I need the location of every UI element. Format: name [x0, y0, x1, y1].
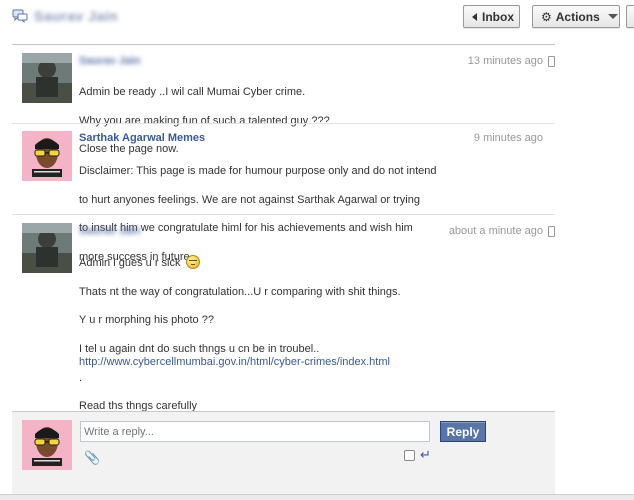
more-button[interactable]: [626, 5, 634, 28]
inbox-button[interactable]: Inbox: [463, 5, 520, 28]
avatar[interactable]: [22, 131, 72, 181]
chat-bubbles-icon: [12, 9, 28, 23]
avatar[interactable]: [22, 420, 72, 470]
press-enter-checkbox[interactable]: [404, 450, 415, 461]
reply-input[interactable]: [80, 421, 430, 442]
message-body: Admin i gues u r sick Thats nt the way o…: [79, 241, 401, 428]
gear-icon: ⚙: [541, 9, 552, 24]
avatar[interactable]: [22, 53, 72, 103]
cyber-crime-link[interactable]: http://www.cybercellmumbai.gov.in/html/c…: [79, 355, 390, 369]
inbox-button-label: Inbox: [482, 9, 514, 24]
actions-button-label: Actions: [555, 9, 600, 24]
message-line: .: [79, 371, 83, 384]
message-item: Sarthak Agarwal Memes 9 minutes ago Disc…: [12, 124, 555, 263]
actions-button[interactable]: ⚙ Actions: [532, 5, 620, 28]
message-line: Admin i gues u r sick: [79, 257, 181, 270]
message-timestamp: 13 minutes ago: [467, 55, 543, 67]
message-item: Saurav Jain about a minute ago Admin i g…: [12, 215, 555, 412]
mobile-icon: [548, 226, 555, 237]
mobile-icon: [548, 56, 555, 67]
enter-key-icon: ↵: [420, 447, 431, 462]
reply-button[interactable]: Reply: [440, 421, 486, 442]
message-line: Admin be ready ..I wil call Mumai Cyber …: [79, 86, 306, 99]
message-sender[interactable]: Sarthak Agarwal Memes: [79, 132, 205, 144]
message-line: Y u r morphing his photo ??: [79, 314, 214, 327]
paperclip-icon[interactable]: 📎: [84, 450, 100, 466]
message-timestamp: about a minute ago: [448, 225, 543, 237]
unamused-emoji-icon: [185, 255, 200, 270]
message-line: to hurt anyones feelings. We are not aga…: [79, 193, 420, 206]
message-sender[interactable]: Saurav Jain: [79, 55, 141, 67]
chevron-down-icon: [607, 14, 618, 19]
message-sender[interactable]: Saurav Jain: [79, 225, 141, 237]
conversation-title: Saurav Jain: [34, 8, 119, 24]
conversation-header: Saurav Jain Inbox ⚙ Actions: [0, 0, 634, 34]
horizontal-scrollbar[interactable]: [0, 494, 634, 500]
reply-composer: Reply 📎 ↵: [12, 411, 555, 500]
avatar[interactable]: [22, 223, 72, 273]
message-timestamp: 9 minutes ago: [473, 132, 543, 144]
message-line: Disclaimer: This page is made for humour…: [79, 165, 437, 178]
back-arrow-icon: [472, 12, 477, 21]
message-line: Thats nt the way of congratulation...U r…: [79, 285, 401, 298]
message-item: Saurav Jain 13 minutes ago Admin be read…: [12, 45, 555, 155]
